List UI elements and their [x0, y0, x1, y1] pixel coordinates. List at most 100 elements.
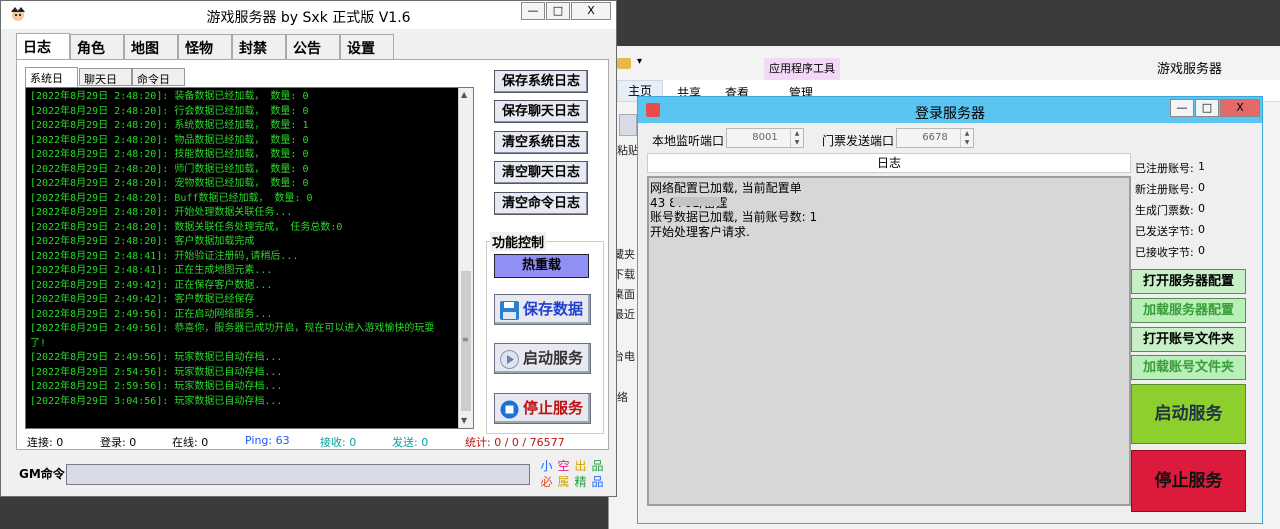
tab-character[interactable]: 角色 [70, 34, 124, 60]
start-service-label: 启动服务 [523, 349, 584, 367]
tab-ban[interactable]: 封禁 [232, 34, 286, 60]
login-log-line: 开始处理客户请求. [650, 224, 750, 239]
tab-announcement[interactable]: 公告 [286, 34, 340, 60]
quick-char-attr[interactable]: 属 [555, 474, 572, 490]
spin-arrows-icon[interactable]: ▲ ▼ [960, 129, 973, 147]
save-chat-log-button[interactable]: 保存聊天日志 [494, 100, 588, 123]
game-server-window: 游戏服务器 by Sxk 正式版 V1.6 — □ X 日志 角色 地图 怪物 … [0, 0, 617, 497]
quick-access-arrow-icon[interactable]: ▾ [637, 56, 642, 67]
explorer-title: 游戏服务器 [1157, 62, 1223, 77]
login-stop-service-button[interactable]: 停止服务 [1131, 450, 1246, 512]
log-line: [2022年8月29日 2:49:56]: 恭喜你，服务器已成功开启，现在可以进… [30, 323, 435, 334]
tab-map[interactable]: 地图 [124, 34, 178, 60]
quick-char-must[interactable]: 必 [538, 474, 555, 490]
login-server-window: 登录服务器 — □ X 本地监听端口 8001 ▲ ▼ 门票发送端口 6678 ▲… [637, 96, 1263, 524]
login-log-line: 网络配置已加载, 当前配置单 [650, 181, 802, 195]
play-icon [500, 350, 519, 369]
floppy-disk-icon [500, 301, 519, 320]
ticket-port-value: 6678 [922, 132, 948, 143]
ribbon-context-tab[interactable]: 应用程序工具 [764, 58, 840, 80]
redacted-block [673, 197, 721, 206]
log-scroll-thumb[interactable]: ≡ [461, 271, 471, 411]
log-line: 了! [30, 337, 47, 349]
listen-port-input[interactable]: 8001 ▲ ▼ [726, 128, 804, 148]
maximize-button[interactable]: □ [546, 2, 570, 20]
status-connections: 连接: 0 [27, 436, 64, 449]
subtab-chat-log[interactable]: 聊天日志 [79, 68, 132, 102]
save-system-log-button[interactable]: 保存系统日志 [494, 70, 588, 93]
tab-log[interactable]: 日志 [16, 33, 70, 61]
stat-value: 0 [1198, 181, 1205, 194]
tab-settings[interactable]: 设置 [340, 34, 394, 60]
log-line: [2022年8月29日 2:48:20]: 物品数据已经加载， 数量: 0 [30, 134, 309, 146]
stat-row: 已接收字节: 0 [1135, 244, 1205, 260]
stat-label: 生成门票数: [1135, 204, 1194, 217]
folder-icon [617, 58, 631, 69]
quick-char-out[interactable]: 出 [572, 458, 589, 474]
load-server-config-button[interactable]: 加载服务器配置 [1131, 298, 1246, 323]
hot-reload-button[interactable]: 热重载 [494, 254, 589, 278]
scroll-down-icon[interactable]: ▼ [461, 416, 467, 425]
quick-char-item-2[interactable]: 品 [589, 474, 606, 490]
log-line: [2022年8月29日 2:54:56]: 玩家数据已自动存档... [30, 366, 283, 378]
listen-port-label: 本地监听端口 [652, 134, 725, 148]
paste-icon[interactable] [619, 114, 637, 136]
spin-arrows-icon[interactable]: ▲ ▼ [790, 129, 803, 147]
log-line: [2022年8月29日 2:48:20]: 行会数据已经加载， 数量: 0 [30, 105, 309, 117]
login-window-title: 登录服务器 [915, 106, 985, 122]
close-button[interactable]: X [571, 2, 611, 20]
log-line: [2022年8月29日 2:48:41]: 开始验证注册码,请稍后... [30, 250, 299, 262]
clear-command-log-button[interactable]: 清空命令日志 [494, 192, 588, 215]
clear-chat-log-button[interactable]: 清空聊天日志 [494, 161, 588, 184]
system-log-box[interactable]: [2022年8月29日 2:48:20]: 装备数据已经加载， 数量: 0 [20… [25, 87, 474, 429]
subtab-system-log[interactable]: 系统日志 [25, 67, 78, 101]
log-line: [2022年8月29日 2:48:20]: 数据关联任务处理完成， 任务总数:0 [30, 221, 343, 233]
save-data-button[interactable]: 保存数据 [494, 294, 591, 325]
gm-command-input[interactable] [66, 464, 530, 485]
subtab-command-log[interactable]: 命令日志 [132, 68, 185, 102]
stop-service-button[interactable]: 停止服务 [494, 393, 591, 424]
ticket-port-input[interactable]: 6678 ▲ ▼ [896, 128, 974, 148]
nav-item-network[interactable]: 络 [617, 389, 628, 405]
clear-system-log-button[interactable]: 清空系统日志 [494, 131, 588, 154]
open-server-config-button[interactable]: 打开服务器配置 [1131, 269, 1246, 294]
minimize-button[interactable]: — [521, 2, 545, 20]
stop-service-label: 停止服务 [523, 399, 584, 417]
log-line: [2022年8月29日 2:48:20]: 开始处理数据关联任务... [30, 207, 293, 218]
login-title-bar[interactable]: 登录服务器 — □ X [638, 97, 1262, 123]
save-data-label: 保存数据 [523, 300, 584, 318]
quick-char-item[interactable]: 品 [589, 458, 606, 474]
login-maximize-button[interactable]: □ [1195, 99, 1219, 117]
stat-row: 新注册账号: 0 [1135, 181, 1205, 197]
quick-char-small[interactable]: 小 [538, 458, 555, 474]
scroll-up-icon[interactable]: ▲ [461, 90, 467, 99]
log-line: [2022年8月29日 2:59:56]: 玩家数据已自动存档... [30, 381, 283, 392]
status-ping: Ping: 63 [245, 434, 290, 447]
log-line: [2022年8月29日 2:48:20]: 系统数据已经加载， 数量: 1 [30, 120, 309, 131]
log-line: [2022年8月29日 2:48:20]: Buff数据已经加载， 数量: 0 [30, 192, 313, 204]
login-log-line: 账号数据已加载, 当前账号数: 1 [650, 210, 818, 224]
quick-char-refine[interactable]: 精 [572, 474, 589, 490]
status-sent: 发送: 0 [392, 436, 429, 449]
stat-row: 已注册账号: 1 [1135, 160, 1205, 176]
login-log-header[interactable]: 日志 [647, 153, 1131, 173]
login-start-service-button[interactable]: 启动服务 [1131, 384, 1246, 444]
stat-row: 已发送字节: 0 [1135, 223, 1205, 239]
tab-monster[interactable]: 怪物 [178, 34, 232, 60]
log-line: [2022年8月29日 2:48:41]: 正在生成地图元素... [30, 265, 273, 276]
status-bar: 连接: 0 登录: 0 在线: 0 Ping: 63 接收: 0 发送: 0 统… [17, 432, 607, 449]
ticket-port-label: 门票发送端口 [822, 134, 895, 148]
listen-port-value: 8001 [752, 132, 778, 143]
stat-value: 0 [1198, 202, 1205, 215]
log-line: [2022年8月29日 2:48:20]: 技能数据已经加载， 数量: 0 [30, 149, 309, 160]
open-account-folder-button[interactable]: 打开账号文件夹 [1131, 327, 1246, 352]
title-bar[interactable]: 游戏服务器 by Sxk 正式版 V1.6 — □ X [1, 1, 616, 29]
start-service-button[interactable]: 启动服务 [494, 343, 591, 374]
paste-label[interactable]: 粘贴 [617, 142, 639, 158]
quick-char-empty[interactable]: 空 [555, 458, 572, 474]
stat-label: 已注册账号: [1135, 162, 1194, 175]
status-received: 接收: 0 [320, 436, 357, 449]
login-close-button[interactable]: X [1220, 99, 1260, 117]
login-minimize-button[interactable]: — [1170, 99, 1194, 117]
load-account-folder-button[interactable]: 加载账号文件夹 [1131, 355, 1246, 380]
